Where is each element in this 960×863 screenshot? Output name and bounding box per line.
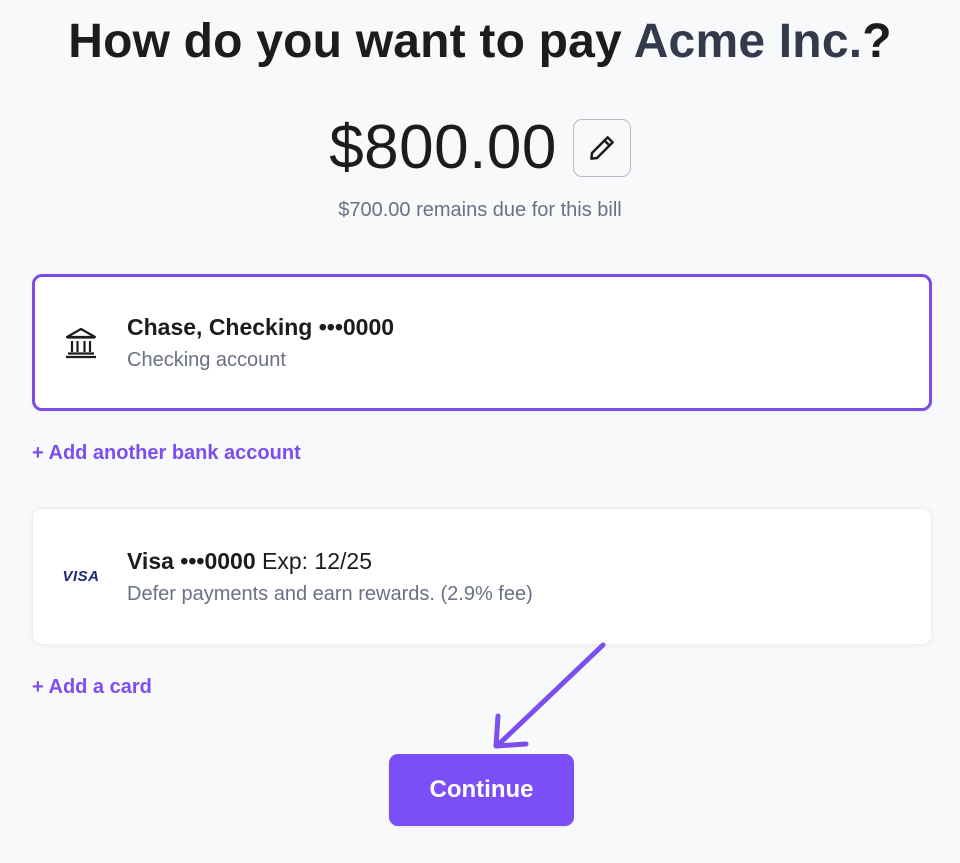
pencil-icon	[589, 136, 614, 160]
card-title: Visa •••0000	[127, 547, 256, 574]
edit-amount-button[interactable]	[572, 119, 631, 177]
bank-account-subtitle: Checking account	[127, 348, 286, 371]
remaining-due-text: $700.00 remains due for this bill	[338, 199, 622, 221]
card-subtitle: Defer payments and earn rewards. (2.9% f…	[127, 582, 533, 605]
payee-name: Acme Inc.	[633, 15, 863, 68]
card-option-texts: Visa •••0000 Exp: 12/25 Defer payments a…	[127, 548, 533, 606]
add-card-link[interactable]: + Add a card	[32, 676, 152, 699]
add-bank-account-link[interactable]: + Add another bank account	[32, 442, 301, 465]
card-title-line: Visa •••0000 Exp: 12/25	[127, 548, 533, 575]
bank-option-texts: Chase, Checking •••0000 Checking account	[127, 314, 394, 372]
bank-account-title: Chase, Checking •••0000	[127, 313, 395, 340]
payment-option-card[interactable]: VISA Visa •••0000 Exp: 12/25 Defer payme…	[32, 508, 932, 645]
bank-icon-wrap	[35, 327, 127, 359]
title-prefix: How do you want to pay	[68, 15, 634, 68]
visa-logo-icon: VISA	[62, 568, 100, 585]
bank-icon	[65, 327, 97, 358]
payment-method-page: How do you want to pay Acme Inc.? $800.0…	[0, 0, 960, 863]
payment-option-bank[interactable]: Chase, Checking •••0000 Checking account	[32, 274, 932, 411]
title-suffix: ?	[862, 15, 892, 68]
page-title: How do you want to pay Acme Inc.?	[0, 14, 960, 69]
continue-button[interactable]: Continue	[389, 754, 574, 826]
visa-logo-wrap: VISA	[35, 568, 127, 585]
pointer-arrow-icon	[493, 642, 606, 749]
payment-amount: $800.00	[329, 113, 557, 182]
amount-row: $800.00	[0, 110, 960, 186]
card-expiry: Exp: 12/25	[255, 547, 372, 574]
